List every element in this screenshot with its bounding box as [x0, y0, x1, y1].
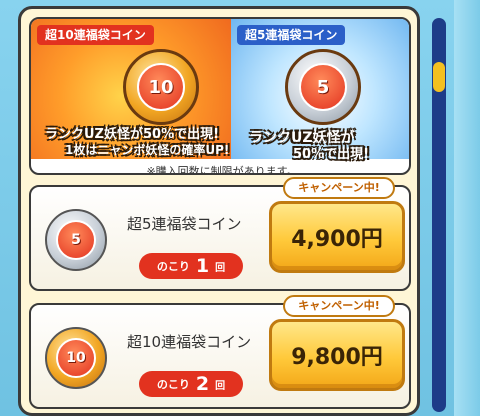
buy-button[interactable]: 4,900円	[269, 201, 405, 273]
remaining-count-badge: のこり 2 回	[139, 371, 243, 397]
gold-coin-icon: 10	[45, 327, 107, 389]
shop-item-10-coin: 10 超10連福袋コイン のこり 2 回 9,800円 キャンペーン中!	[29, 295, 411, 409]
campaign-badge: キャンペーン中!	[283, 295, 395, 317]
edge-decoration	[454, 0, 480, 416]
coin-face-label: 10	[137, 63, 185, 111]
item-name: 超10連福袋コイン	[127, 333, 252, 351]
remaining-count: 2	[195, 373, 210, 395]
purchase-limit-note: ※購入回数に制限があります。	[146, 165, 298, 175]
shop-panel: 超10連福袋コイン 超5連福袋コイン 10 5 ランクUZ妖怪が50%で出現! …	[18, 6, 420, 416]
coin-face-label: 5	[56, 220, 96, 260]
banner-left-promo-line2: 1枚はニャンボ妖怪の確率UP!	[65, 143, 230, 157]
campaign-badge: キャンペーン中!	[283, 177, 395, 199]
buy-button[interactable]: 9,800円	[269, 319, 405, 391]
shop-item-5-coin: 5 超5連福袋コイン のこり 1 回 4,900円 キャンペーン中!	[29, 177, 411, 291]
remaining-unit: 回	[215, 380, 226, 392]
scrollbar-thumb[interactable]	[433, 62, 445, 92]
remaining-count: 1	[195, 255, 210, 277]
banner-left-promo-line1: ランクUZ妖怪が50%で出現!	[45, 127, 220, 142]
banner-left-tag: 超10連福袋コイン	[37, 25, 154, 45]
gold-coin-icon: 10	[123, 49, 199, 125]
item-name: 超5連福袋コイン	[127, 215, 242, 233]
remaining-label: のこり	[156, 260, 190, 273]
silver-coin-icon: 5	[45, 209, 107, 271]
remaining-unit: 回	[215, 262, 226, 274]
banner-right-promo-line2: 50%で出現!	[293, 147, 370, 162]
remaining-count-badge: のこり 1 回	[139, 253, 243, 279]
silver-coin-icon: 5	[285, 49, 361, 125]
promo-banner[interactable]: 超10連福袋コイン 超5連福袋コイン 10 5 ランクUZ妖怪が50%で出現! …	[29, 17, 411, 175]
coin-face-label: 5	[299, 63, 347, 111]
banner-right-tag: 超5連福袋コイン	[237, 25, 346, 45]
remaining-label: のこり	[156, 378, 190, 391]
scrollbar[interactable]	[432, 18, 446, 412]
coin-face-label: 10	[56, 338, 96, 378]
